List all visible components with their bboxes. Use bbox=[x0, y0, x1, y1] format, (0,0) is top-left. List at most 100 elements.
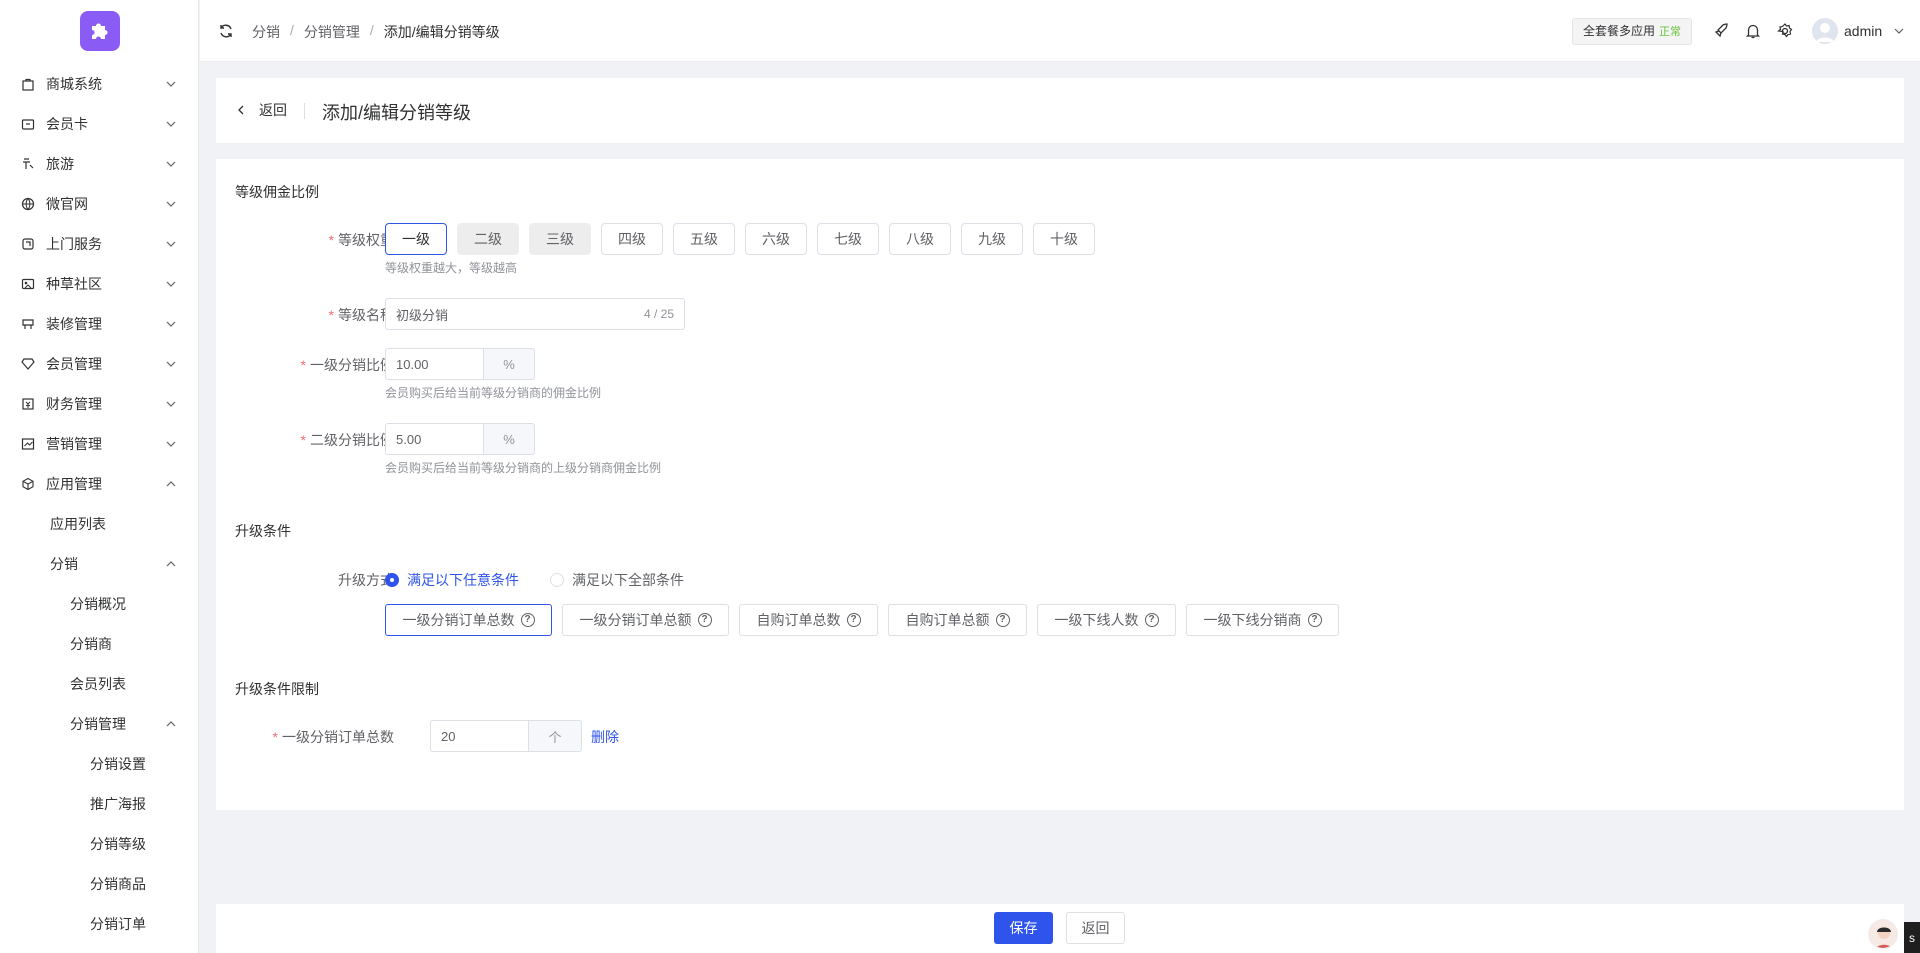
condition-option[interactable]: 一级下线人数? bbox=[1037, 604, 1176, 636]
condition-label: 一级下线人数 bbox=[1054, 612, 1139, 628]
sidebar-item-label: 分销订单 bbox=[90, 916, 146, 932]
level-option[interactable]: 十级 bbox=[1033, 223, 1095, 255]
question-icon[interactable]: ? bbox=[1144, 613, 1159, 627]
chevron-up-icon bbox=[166, 721, 176, 727]
condition-option[interactable]: 一级分销订单总额? bbox=[562, 604, 729, 636]
sidebar-item-finance[interactable]: 财务管理 bbox=[0, 384, 199, 424]
chart-icon bbox=[20, 436, 36, 452]
question-icon[interactable]: ? bbox=[697, 613, 712, 627]
app-logo[interactable] bbox=[80, 11, 120, 51]
sidebar-item-label: 商城系统 bbox=[46, 76, 102, 92]
back-button[interactable]: 返回 bbox=[1066, 912, 1125, 944]
level-option[interactable]: 六级 bbox=[745, 223, 807, 255]
sidebar-item-label: 会员卡 bbox=[46, 116, 88, 132]
name-label: * 等级名称 bbox=[328, 307, 394, 323]
condition-option[interactable]: 一级下线分销商? bbox=[1186, 604, 1339, 636]
sidebar-item-fenxiao-orders[interactable]: 分销订单 bbox=[0, 904, 199, 944]
radio-all-conditions[interactable]: 满足以下全部条件 bbox=[550, 570, 684, 590]
assistant-avatar[interactable] bbox=[1868, 919, 1898, 949]
question-icon[interactable]: ? bbox=[995, 613, 1010, 627]
user-name[interactable]: admin bbox=[1844, 23, 1882, 39]
sidebar-item-home-service[interactable]: 上门服务 bbox=[0, 224, 199, 264]
limit-input[interactable]: 20 bbox=[430, 720, 529, 752]
condition-label: 一级分销订单总额 bbox=[579, 612, 692, 628]
sidebar-item-travel[interactable]: 旅游 bbox=[0, 144, 199, 184]
level-option[interactable]: 一级 bbox=[385, 223, 447, 255]
question-icon[interactable]: ? bbox=[520, 613, 535, 627]
sidebar-item-fenxiao-level[interactable]: 分销等级 bbox=[0, 824, 199, 864]
plan-badge[interactable]: 全套餐多应用 正常 bbox=[1572, 18, 1693, 45]
char-count: 4 / 25 bbox=[643, 307, 674, 321]
sidebar-item-label: 种草社区 bbox=[46, 276, 102, 292]
section-title-limit: 升级条件限制 bbox=[235, 681, 319, 697]
level-option[interactable]: 五级 bbox=[673, 223, 735, 255]
sidebar-item-website[interactable]: 微官网 bbox=[0, 184, 199, 224]
ratio2-input[interactable]: 5.00 bbox=[385, 423, 484, 455]
level-name-input[interactable]: 初级分销 4 / 25 bbox=[385, 298, 685, 330]
sidebar-item-fenxiao-overview[interactable]: 分销概况 bbox=[0, 584, 199, 624]
sidebar-item-mall[interactable]: 商城系统 bbox=[0, 64, 199, 104]
sidebar: 商城系统 会员卡 旅游 微官网 上门服务 种草社区 装修管理 会员管理 财务管理… bbox=[0, 0, 199, 953]
sidebar-item-label: 上门服务 bbox=[46, 236, 102, 252]
sidebar-item-label: 分销 bbox=[50, 556, 78, 572]
sidebar-item-member-manage[interactable]: 会员管理 bbox=[0, 344, 199, 384]
ratio1-label: * 一级分销比例 bbox=[300, 357, 394, 373]
sidebar-item-fenxiao-manage[interactable]: 分销管理 bbox=[0, 704, 199, 744]
breadcrumb-separator: / bbox=[369, 22, 374, 38]
level-option[interactable]: 四级 bbox=[601, 223, 663, 255]
breadcrumb-item[interactable]: 分销 bbox=[252, 22, 280, 42]
weight-label: * 等级权重 bbox=[328, 232, 394, 248]
condition-label: 自购订单总额 bbox=[905, 612, 990, 628]
radio-any-condition[interactable]: 满足以下任意条件 bbox=[385, 570, 519, 590]
gear-icon[interactable] bbox=[1776, 22, 1794, 40]
sidebar-item-marketing[interactable]: 营销管理 bbox=[0, 424, 199, 464]
sidebar-item-community[interactable]: 种草社区 bbox=[0, 264, 199, 304]
sidebar-item-decoration[interactable]: 装修管理 bbox=[0, 304, 199, 344]
chevron-down-icon bbox=[166, 401, 176, 407]
corner-tab[interactable]: s bbox=[1904, 922, 1920, 953]
top-header: 分销 / 分销管理 / 添加/编辑分销等级 全套餐多应用 正常 admin bbox=[200, 0, 1920, 62]
ratio1-input[interactable]: 10.00 bbox=[385, 348, 484, 380]
sidebar-item-app-list[interactable]: 应用列表 bbox=[0, 504, 199, 544]
bell-icon[interactable] bbox=[1744, 22, 1762, 40]
level-option[interactable]: 八级 bbox=[889, 223, 951, 255]
limit-unit: 个 bbox=[529, 720, 582, 752]
decor-icon bbox=[20, 316, 36, 332]
sidebar-item-app-manage[interactable]: 应用管理 bbox=[0, 464, 199, 504]
condition-option[interactable]: 自购订单总额? bbox=[888, 604, 1027, 636]
breadcrumb-item[interactable]: 分销管理 bbox=[304, 22, 360, 42]
sidebar-item-distributors[interactable]: 分销商 bbox=[0, 624, 199, 664]
level-option[interactable]: 七级 bbox=[817, 223, 879, 255]
rocket-icon[interactable] bbox=[1712, 22, 1730, 40]
sidebar-item-member-card[interactable]: 会员卡 bbox=[0, 104, 199, 144]
condition-option[interactable]: 一级分销订单总数? bbox=[385, 604, 552, 636]
chevron-down-icon[interactable] bbox=[1893, 25, 1905, 37]
finance-icon bbox=[20, 396, 36, 412]
level-option[interactable]: 三级 bbox=[529, 223, 591, 255]
sidebar-item-poster[interactable]: 推广海报 bbox=[0, 784, 199, 824]
sidebar-item-label: 应用列表 bbox=[50, 516, 106, 532]
level-option[interactable]: 二级 bbox=[457, 223, 519, 255]
sidebar-item-member-list[interactable]: 会员列表 bbox=[0, 664, 199, 704]
condition-option[interactable]: 自购订单总数? bbox=[739, 604, 878, 636]
back-link[interactable]: 返回 bbox=[235, 100, 287, 120]
save-button[interactable]: 保存 bbox=[994, 912, 1053, 944]
chevron-down-icon bbox=[166, 161, 176, 167]
diamond-icon bbox=[20, 356, 36, 372]
sidebar-item-fenxiao-goods[interactable]: 分销商品 bbox=[0, 864, 199, 904]
question-icon[interactable]: ? bbox=[1307, 613, 1322, 627]
sidebar-item-label: 会员管理 bbox=[46, 356, 102, 372]
level-option[interactable]: 九级 bbox=[961, 223, 1023, 255]
sidebar-item-label: 应用管理 bbox=[46, 476, 102, 492]
refresh-icon[interactable] bbox=[218, 23, 234, 39]
sidebar-item-fenxiao[interactable]: 分销 bbox=[0, 544, 199, 584]
radio-dot bbox=[550, 573, 564, 587]
plan-status: 正常 bbox=[1659, 26, 1682, 38]
sidebar-item-label: 旅游 bbox=[46, 156, 74, 172]
user-avatar[interactable] bbox=[1812, 18, 1838, 44]
sidebar-item-fenxiao-settings[interactable]: 分销设置 bbox=[0, 744, 199, 784]
question-icon[interactable]: ? bbox=[846, 613, 861, 627]
delete-link[interactable]: 删除 bbox=[591, 727, 619, 747]
condition-label: 一级分销订单总数 bbox=[402, 612, 515, 628]
breadcrumb-separator: / bbox=[290, 22, 294, 38]
